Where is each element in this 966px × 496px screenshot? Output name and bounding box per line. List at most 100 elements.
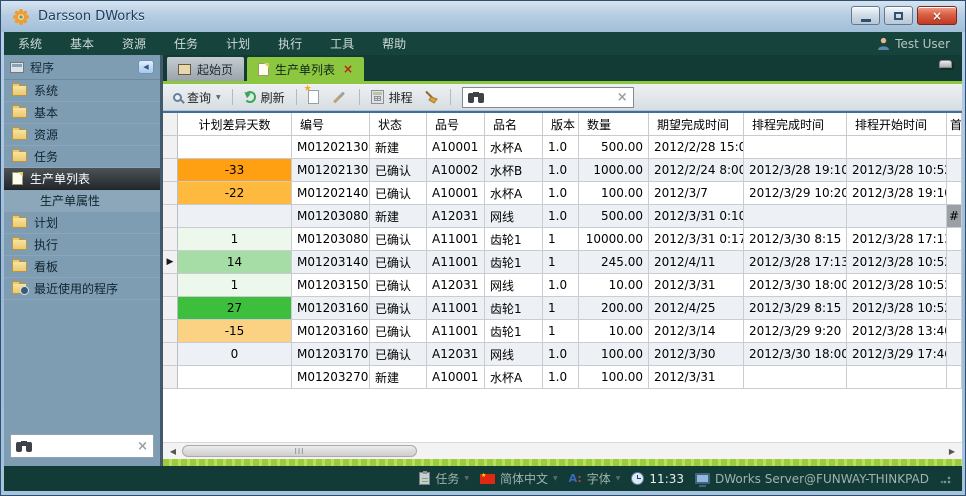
table-cell[interactable]: 水杯A — [485, 366, 543, 389]
menu-item-2[interactable]: 资源 — [108, 32, 160, 55]
table-cell[interactable]: 10000.00 — [579, 228, 649, 251]
table-cell[interactable] — [847, 366, 947, 389]
table-cell[interactable]: A11001 — [427, 297, 485, 320]
table-cell[interactable] — [744, 136, 847, 159]
table-cell[interactable] — [947, 297, 962, 320]
table-cell[interactable]: A12031 — [427, 205, 485, 228]
table-cell[interactable]: 100.00 — [579, 343, 649, 366]
table-cell[interactable]: 100.00 — [579, 366, 649, 389]
table-cell[interactable]: 新建 — [370, 205, 427, 228]
table-cell[interactable]: 2012/3/29 17:46 — [847, 343, 947, 366]
table-cell[interactable]: 2012/3/29 9:20 — [744, 320, 847, 343]
table-cell[interactable]: 1 — [178, 228, 292, 251]
table-cell[interactable]: -22 — [178, 182, 292, 205]
table-cell[interactable]: A12031 — [427, 343, 485, 366]
table-cell[interactable]: 1.0 — [543, 274, 579, 297]
table-cell[interactable]: A10001 — [427, 182, 485, 205]
table-cell[interactable]: 1.0 — [543, 136, 579, 159]
table-cell[interactable]: 2012/3/29 10:20 — [744, 182, 847, 205]
table-cell[interactable] — [947, 320, 962, 343]
sidebar-item-1[interactable]: 基本 — [4, 102, 160, 124]
clean-button[interactable] — [421, 88, 442, 106]
table-row[interactable]: -33M012021302已确认A10002水杯B1.01000.002012/… — [163, 159, 962, 182]
table-cell[interactable]: 500.00 — [579, 136, 649, 159]
table-cell[interactable]: 2012/2/24 8:00 — [649, 159, 744, 182]
table-row[interactable]: M012021301新建A10001水杯A1.0500.002012/2/28 … — [163, 136, 962, 159]
table-cell[interactable]: 2012/3/30 8:15 — [744, 228, 847, 251]
column-header-3[interactable]: 品号 — [427, 113, 485, 135]
table-cell[interactable]: 齿轮1 — [485, 228, 543, 251]
table-cell[interactable]: 已确认 — [370, 228, 427, 251]
table-cell[interactable]: 网线 — [485, 343, 543, 366]
column-header-5[interactable]: 版本 — [543, 113, 579, 135]
table-cell[interactable]: M012021302 — [292, 159, 370, 182]
table-cell[interactable]: 已确认 — [370, 274, 427, 297]
clear-icon[interactable]: × — [617, 90, 628, 105]
column-header-partial[interactable]: 首 — [947, 113, 962, 135]
row-selector[interactable] — [163, 366, 178, 389]
table-row[interactable]: -15M012031602已确认A11001齿轮1110.002012/3/14… — [163, 320, 962, 343]
task-menu[interactable]: 任务 ▼ — [419, 470, 469, 487]
table-cell[interactable]: 2012/3/28 17:13 — [847, 228, 947, 251]
table-cell[interactable]: 1 — [543, 297, 579, 320]
table-cell[interactable]: A11001 — [427, 320, 485, 343]
refresh-button[interactable]: 刷新 — [241, 87, 288, 108]
menu-item-1[interactable]: 基本 — [56, 32, 108, 55]
menu-item-3[interactable]: 任务 — [160, 32, 212, 55]
row-selector[interactable] — [163, 205, 178, 228]
table-cell[interactable] — [947, 228, 962, 251]
table-cell[interactable]: 2012/3/14 — [649, 320, 744, 343]
table-cell[interactable]: 1.0 — [543, 159, 579, 182]
row-selector[interactable] — [163, 320, 178, 343]
table-cell[interactable]: 1.0 — [543, 182, 579, 205]
column-header-1[interactable]: 编号 — [292, 113, 370, 135]
table-cell[interactable]: 2012/3/29 8:15 — [744, 297, 847, 320]
clear-icon[interactable]: × — [137, 439, 148, 454]
table-cell[interactable]: 2012/3/31 — [649, 366, 744, 389]
scroll-left-arrow-icon[interactable]: ◀ — [166, 447, 180, 456]
column-header-4[interactable]: 品名 — [485, 113, 543, 135]
table-cell[interactable]: 0 — [178, 343, 292, 366]
table-cell[interactable]: A10002 — [427, 159, 485, 182]
table-cell[interactable]: 2012/3/28 17:13 — [744, 251, 847, 274]
table-cell[interactable]: 新建 — [370, 136, 427, 159]
menu-item-5[interactable]: 执行 — [264, 32, 316, 55]
tab-close-icon[interactable]: × — [343, 62, 353, 76]
table-cell[interactable]: 已确认 — [370, 297, 427, 320]
table-cell[interactable]: M012031602 — [292, 320, 370, 343]
table-cell[interactable] — [847, 205, 947, 228]
table-cell[interactable]: M012031701 — [292, 343, 370, 366]
sidebar-item-8[interactable]: 看板 — [4, 256, 160, 278]
table-cell[interactable]: 2012/2/28 15:00 — [649, 136, 744, 159]
table-cell[interactable]: A10001 — [427, 366, 485, 389]
table-cell[interactable] — [178, 136, 292, 159]
table-row[interactable]: M012032701新建A10001水杯A1.0100.002012/3/31 — [163, 366, 962, 389]
table-cell[interactable]: 2012/3/31 0:10 — [649, 205, 744, 228]
table-cell[interactable]: M012032701 — [292, 366, 370, 389]
table-cell[interactable]: 已确认 — [370, 320, 427, 343]
table-row[interactable]: 1M012031501已确认A12031网线1.010.002012/3/312… — [163, 274, 962, 297]
table-cell[interactable]: 齿轮1 — [485, 297, 543, 320]
table-cell[interactable]: 1000.00 — [579, 159, 649, 182]
table-cell[interactable]: A11001 — [427, 228, 485, 251]
row-selector[interactable] — [163, 228, 178, 251]
sidebar-collapse-button[interactable]: ◀ — [138, 60, 154, 74]
table-cell[interactable] — [178, 205, 292, 228]
table-cell[interactable]: 500.00 — [579, 205, 649, 228]
row-selector[interactable] — [163, 182, 178, 205]
table-cell[interactable]: 1 — [178, 274, 292, 297]
scroll-right-arrow-icon[interactable]: ▶ — [945, 447, 959, 456]
sidebar-item-9[interactable]: 最近使用的程序 — [4, 278, 160, 300]
sidebar-item-3[interactable]: 任务 — [4, 146, 160, 168]
minimize-button[interactable] — [851, 6, 880, 25]
table-cell[interactable]: 2012/3/31 0:17 — [649, 228, 744, 251]
table-cell[interactable]: 2012/4/25 — [649, 297, 744, 320]
table-cell[interactable]: A11001 — [427, 251, 485, 274]
table-cell[interactable]: 齿轮1 — [485, 320, 543, 343]
table-cell[interactable] — [947, 251, 962, 274]
menu-item-6[interactable]: 工具 — [316, 32, 368, 55]
row-selector[interactable] — [163, 343, 178, 366]
row-selector[interactable] — [163, 297, 178, 320]
table-cell[interactable]: M012021401 — [292, 182, 370, 205]
column-header-7[interactable]: 期望完成时间 — [649, 113, 744, 135]
